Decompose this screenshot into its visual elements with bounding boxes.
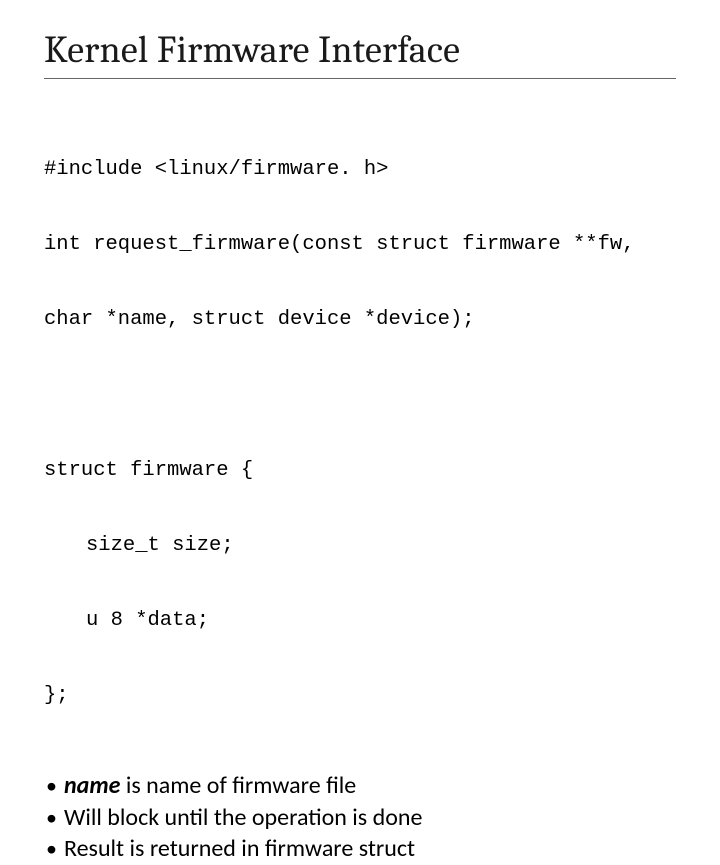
slide: Kernel Firmware Interface #include <linu… xyxy=(0,0,720,865)
code-line: }; xyxy=(44,683,676,708)
list-item: Will block until the operation is done xyxy=(46,802,676,834)
code-line: int request_firmware(const struct firmwa… xyxy=(44,232,676,257)
list-item: Result is returned in firmware struct xyxy=(46,833,676,865)
code-block-include: #include <linux/firmware. h> int request… xyxy=(44,107,676,382)
bullet-em: name xyxy=(64,771,120,800)
code-line: #include <linux/firmware. h> xyxy=(44,157,676,182)
page-title: Kernel Firmware Interface xyxy=(44,28,676,79)
code-line: size_t size; xyxy=(44,533,676,558)
code-line: struct firmware { xyxy=(44,458,676,483)
code-line: char *name, struct device *device); xyxy=(44,307,676,332)
bullet-text: is name of firmware file xyxy=(120,771,356,800)
bullet-list: name is name of firmware file Will block… xyxy=(44,770,676,865)
code-block-struct: struct firmware { size_t size; u 8 *data… xyxy=(44,408,676,758)
list-item: name is name of firmware file xyxy=(46,770,676,802)
code-line: u 8 *data; xyxy=(44,608,676,633)
